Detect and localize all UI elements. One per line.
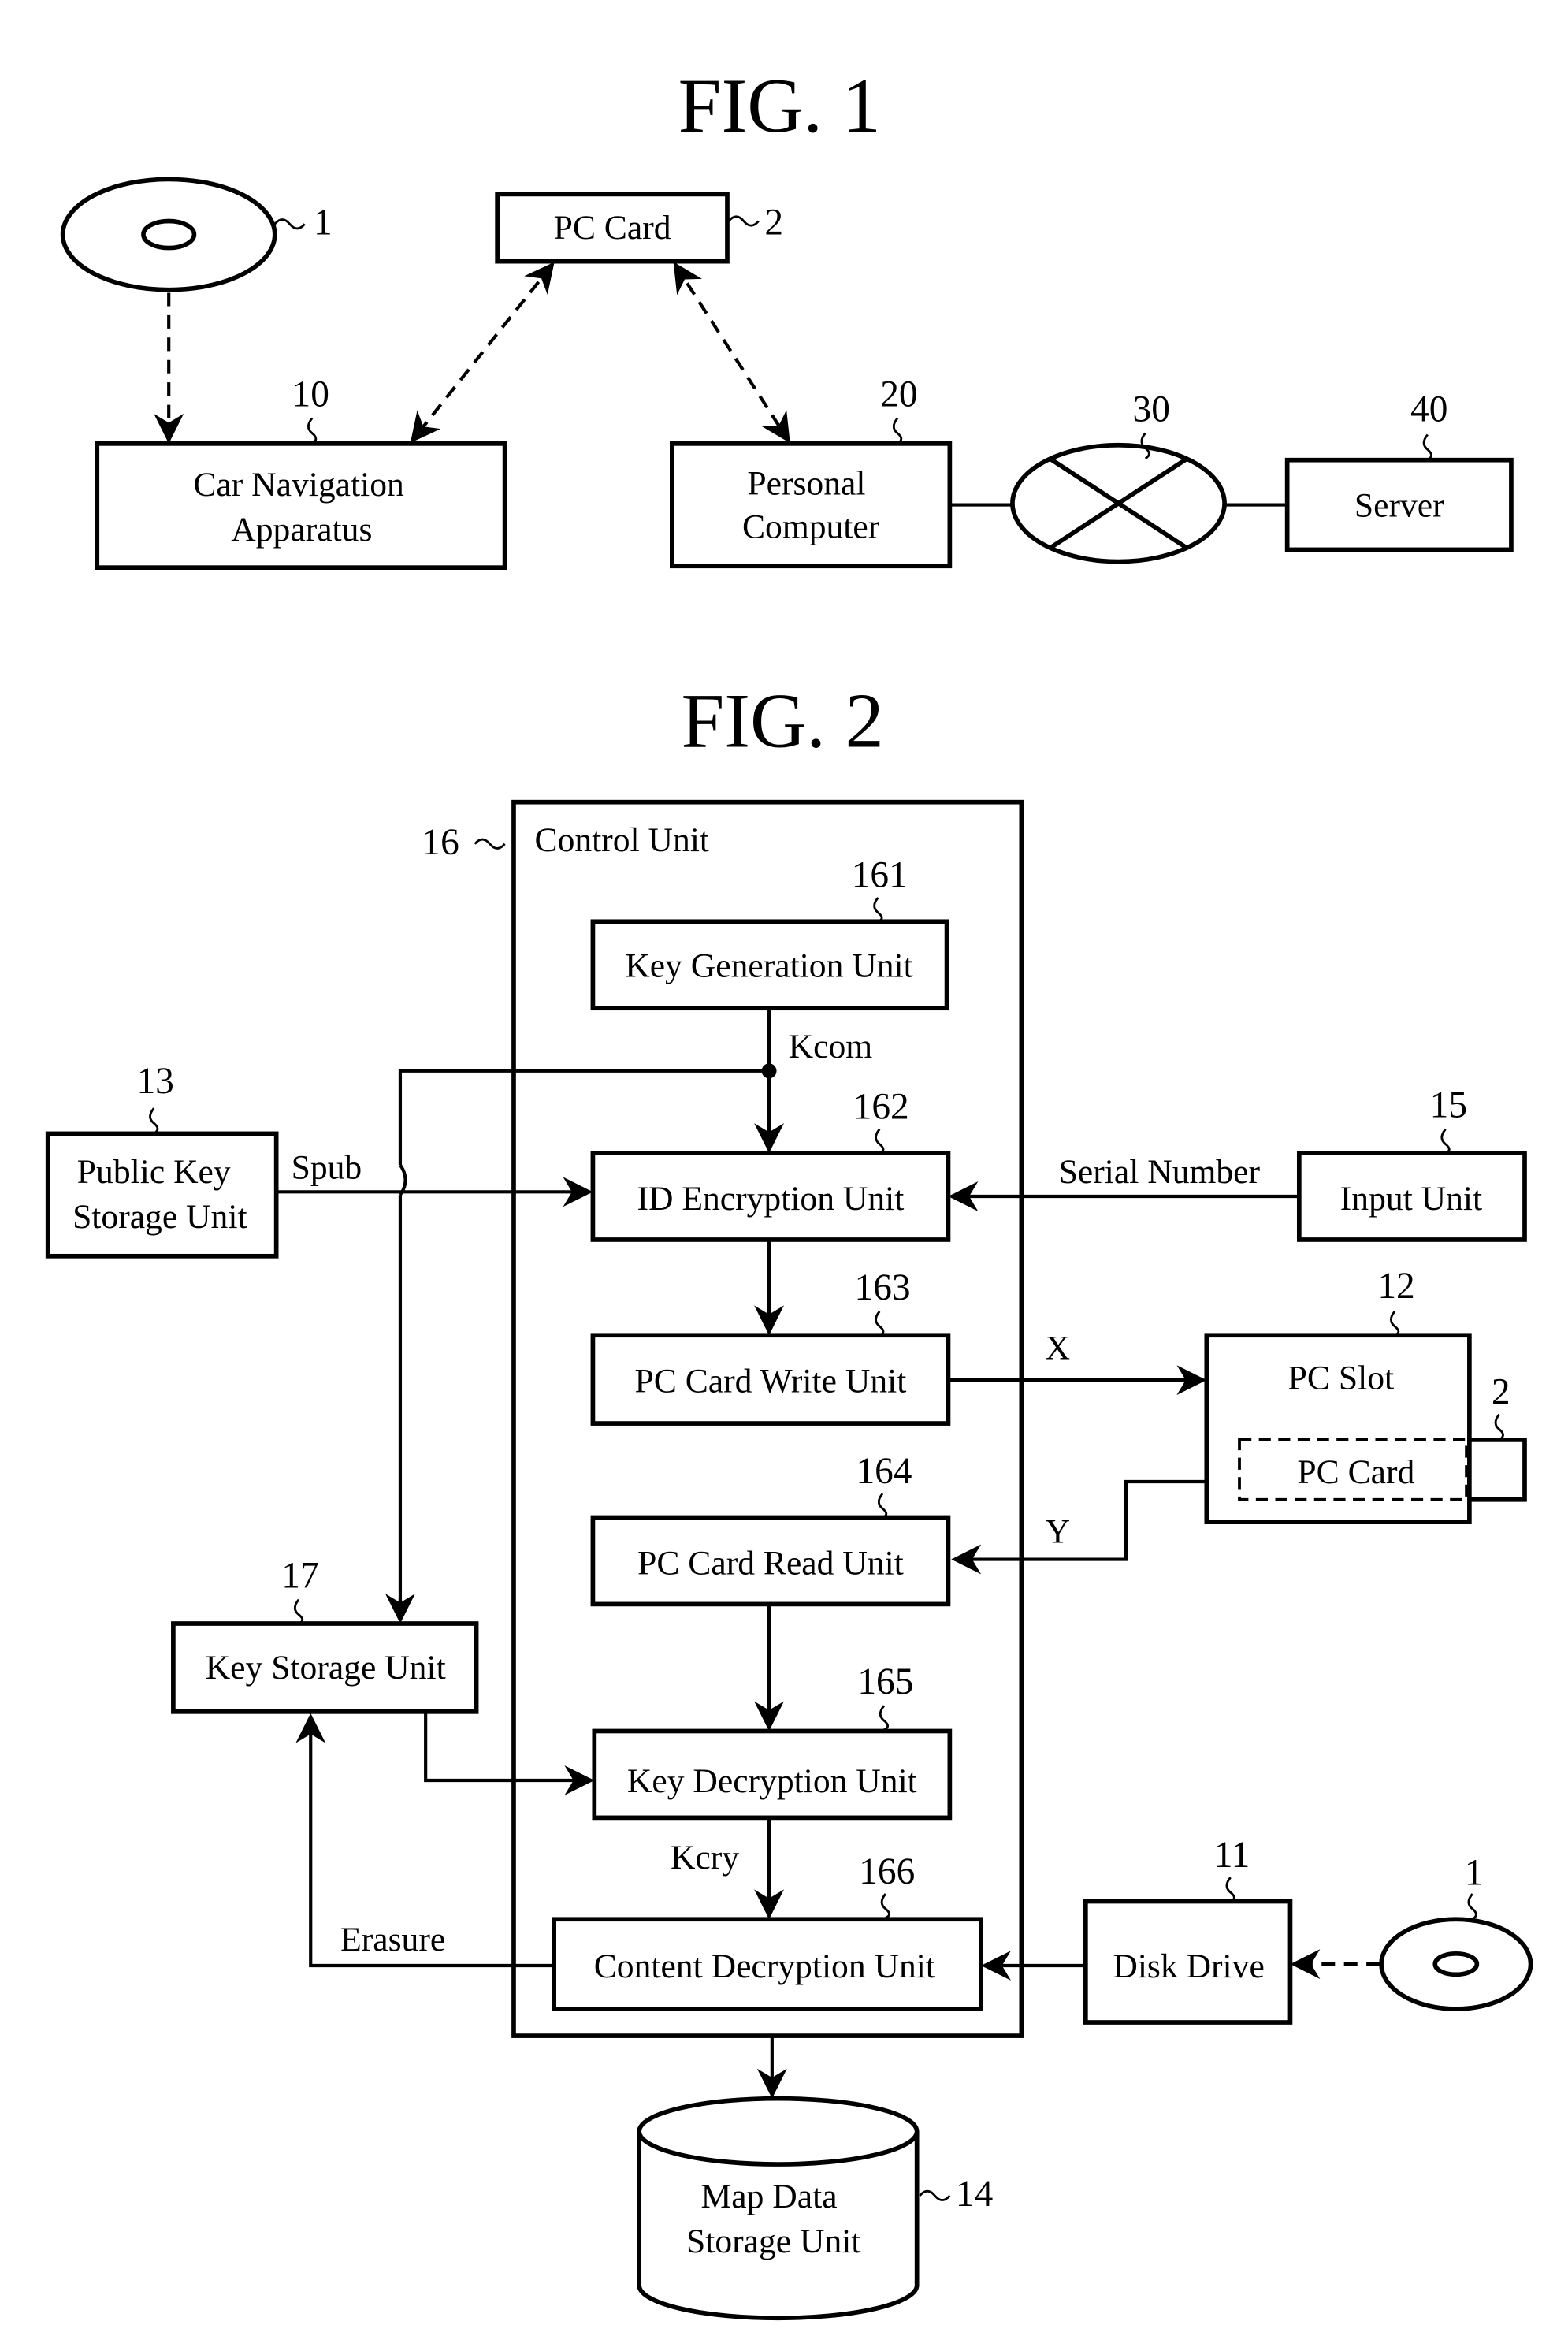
leader-squiggle xyxy=(474,838,506,850)
network-node: 30 xyxy=(1010,389,1227,564)
unit-label: Input Unit xyxy=(1340,1180,1482,1218)
car-navigation-node: Car Navigation Apparatus 10 xyxy=(95,374,507,570)
leader-squiggle xyxy=(1467,1893,1477,1921)
disc-hole-icon xyxy=(141,218,197,251)
serial-number-label: Serial Number xyxy=(1059,1153,1261,1191)
unit-label: Key Decryption Unit xyxy=(627,1762,917,1800)
kcry-label: Kcry xyxy=(671,1839,739,1877)
leader-squiggle xyxy=(1494,1413,1504,1441)
server-node: Server 40 xyxy=(1284,389,1514,552)
ref-label: 2 xyxy=(764,203,783,244)
unit-label: PC Card Write Unit xyxy=(635,1362,907,1400)
leader-squiggle xyxy=(892,417,903,445)
personal-computer-node: Personal Computer 20 xyxy=(670,374,953,569)
spub-label: Spub xyxy=(292,1148,362,1186)
map-data-storage-unit: Map Data Storage Unit 14 xyxy=(637,2096,993,2321)
ref-label: 14 xyxy=(956,2174,993,2215)
unit-label: PC Card Read Unit xyxy=(637,1544,904,1582)
unit-label: PC Card xyxy=(1297,1453,1414,1491)
unit-label: Content Decryption Unit xyxy=(594,1947,935,1985)
control-unit-label: Control Unit xyxy=(535,821,710,859)
ref-label: 165 xyxy=(857,1661,913,1702)
fig1-title: FIG. 1 xyxy=(678,63,881,149)
personal-computer-box xyxy=(670,441,953,569)
unit-label: ID Encryption Unit xyxy=(637,1180,904,1218)
pccard-carnav-arrow xyxy=(410,262,555,444)
ref-label: 20 xyxy=(880,374,917,415)
leader-squiggle xyxy=(1440,1128,1451,1155)
car-navigation-label-2: Apparatus xyxy=(231,511,372,549)
unit-label-1: Public Key xyxy=(77,1153,231,1191)
ref-label: 30 xyxy=(1133,389,1170,430)
leader-squiggle xyxy=(149,1107,159,1135)
ref-label: 166 xyxy=(859,1851,915,1892)
leader-squiggle xyxy=(1225,1877,1235,1903)
ref-label: 1 xyxy=(1465,1853,1484,1894)
ref-label: 162 xyxy=(853,1086,909,1127)
disc-1-fig2: 1 xyxy=(1379,1853,1533,2011)
public-key-storage-unit: Public Key Storage Unit 13 xyxy=(45,1061,279,1259)
disk-drive: Disk Drive 11 xyxy=(1083,1835,1293,2025)
car-navigation-box xyxy=(95,441,507,570)
ref-label: 16 xyxy=(422,822,459,863)
ref-label: 12 xyxy=(1377,1266,1414,1307)
ref-label: 1 xyxy=(314,203,333,244)
ref-label: 164 xyxy=(856,1451,912,1492)
disc-hole-icon xyxy=(1432,1951,1480,1977)
ref-label: 10 xyxy=(292,374,329,415)
ref-label: 40 xyxy=(1410,389,1447,430)
server-label: Server xyxy=(1354,487,1444,525)
leader-squiggle xyxy=(307,417,318,445)
patent-figures: FIG. 1 1 PC Card 2 Car Navigation Appara… xyxy=(45,63,1533,2321)
leader-squiggle xyxy=(293,1598,304,1625)
unit-label-2: Storage Unit xyxy=(72,1198,247,1236)
unit-label-2: Storage Unit xyxy=(686,2223,861,2260)
unit-label: Key Generation Unit xyxy=(625,947,912,984)
disc-1: 1 xyxy=(60,177,333,292)
leader-squiggle xyxy=(1422,433,1432,461)
erasure-label: Erasure xyxy=(340,1921,445,1958)
key-storage-unit: Key Storage Unit 17 xyxy=(171,1556,479,1714)
unit-label-1: Map Data xyxy=(701,2178,838,2215)
ref-label: 11 xyxy=(1214,1835,1250,1876)
pc-card-label: PC Card xyxy=(554,209,671,247)
leader-squiggle xyxy=(1389,1311,1400,1337)
kcom-label: Kcom xyxy=(789,1028,873,1066)
unit-label: PC Slot xyxy=(1288,1359,1394,1397)
unit-label: Disk Drive xyxy=(1113,1947,1264,1985)
pccard-pc-arrow xyxy=(673,262,790,444)
ref-label: 163 xyxy=(855,1267,911,1308)
y-label: Y xyxy=(1046,1513,1070,1551)
ref-label: 17 xyxy=(281,1556,318,1597)
personal-computer-label-1: Personal xyxy=(747,464,865,502)
ref-label: 13 xyxy=(136,1061,173,1102)
fig2-title: FIG. 2 xyxy=(681,679,883,764)
leader-squiggle xyxy=(727,215,760,227)
unit-label: Key Storage Unit xyxy=(206,1649,446,1687)
pc-card-node: PC Card 2 xyxy=(495,192,783,264)
ref-label: 15 xyxy=(1430,1085,1467,1126)
leader-squiggle xyxy=(273,218,306,230)
ref-label: 2 xyxy=(1492,1371,1510,1412)
ref-label: 161 xyxy=(852,855,908,896)
car-navigation-label-1: Car Navigation xyxy=(193,466,404,504)
x-label: X xyxy=(1046,1330,1070,1367)
input-unit: Input Unit 15 xyxy=(1296,1085,1527,1242)
leader-squiggle xyxy=(919,2189,951,2201)
personal-computer-label-2: Computer xyxy=(742,508,880,545)
